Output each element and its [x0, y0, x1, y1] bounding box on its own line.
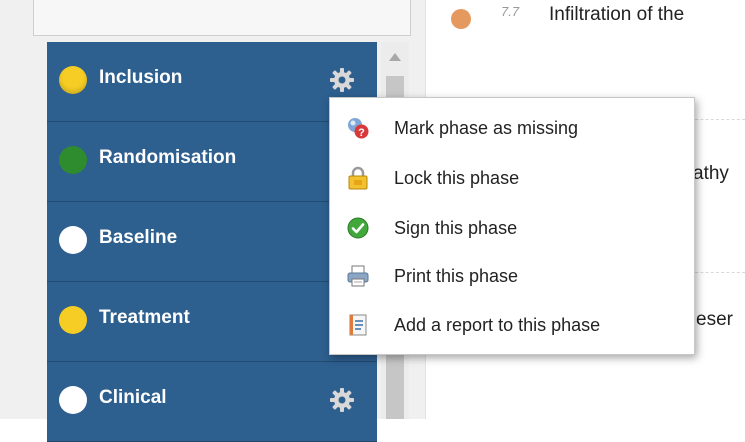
svg-text:?: ?	[358, 127, 365, 139]
menu-item-mark-missing[interactable]: ? Mark phase as missing	[330, 108, 694, 148]
menu-item-label: Sign this phase	[394, 218, 518, 238]
status-dot-white-icon	[59, 386, 87, 414]
check-icon	[347, 217, 369, 239]
item-text-partial: eser	[696, 309, 733, 330]
phase-context-menu: ? Mark phase as missing Lock this phase …	[329, 97, 695, 355]
status-dot-yellow-icon	[59, 66, 87, 94]
menu-item-label: Mark phase as missing	[394, 118, 579, 138]
status-dot-yellow-icon	[59, 306, 87, 334]
status-dot-white-icon	[59, 226, 87, 254]
report-icon	[349, 314, 367, 336]
item-number: 7.7	[501, 4, 520, 19]
divider	[690, 272, 745, 273]
top-input-box[interactable]	[33, 0, 411, 36]
menu-item-add-report[interactable]: Add a report to this phase	[330, 305, 694, 345]
phase-item-baseline[interactable]: Baseline	[47, 202, 377, 282]
phase-label: Clinical	[99, 387, 167, 408]
gear-icon[interactable]	[328, 66, 356, 94]
scroll-up-arrow-icon[interactable]	[388, 52, 402, 62]
printer-icon	[347, 265, 369, 287]
gear-icon[interactable]	[328, 386, 356, 414]
menu-item-label: Print this phase	[394, 266, 519, 286]
missing-icon: ?	[348, 118, 369, 139]
item-status-dot-icon	[451, 9, 471, 29]
phase-item-randomisation[interactable]: Randomisation	[47, 122, 377, 202]
menu-item-label: Lock this phase	[394, 168, 520, 188]
phase-list: Inclusion Randomisation Baseline Treatme…	[47, 42, 377, 442]
menu-item-label: Add a report to this phase	[394, 315, 601, 335]
divider	[690, 119, 745, 120]
item-text-partial: athy	[693, 163, 729, 184]
status-dot-green-icon	[59, 146, 87, 174]
phase-item-clinical[interactable]: Clinical	[47, 362, 377, 442]
phase-label: Treatment	[99, 307, 190, 328]
menu-item-lock[interactable]: Lock this phase	[330, 158, 694, 198]
item-text: Infiltration of the	[549, 4, 685, 25]
phase-label: Inclusion	[99, 67, 183, 88]
lock-icon	[348, 166, 368, 190]
phase-item-inclusion[interactable]: Inclusion	[47, 42, 377, 122]
phase-label: Randomisation	[99, 147, 237, 168]
menu-item-sign[interactable]: Sign this phase	[330, 208, 694, 248]
phase-item-treatment[interactable]: Treatment	[47, 282, 377, 362]
phase-label: Baseline	[99, 227, 178, 248]
menu-item-print[interactable]: Print this phase	[330, 256, 694, 296]
